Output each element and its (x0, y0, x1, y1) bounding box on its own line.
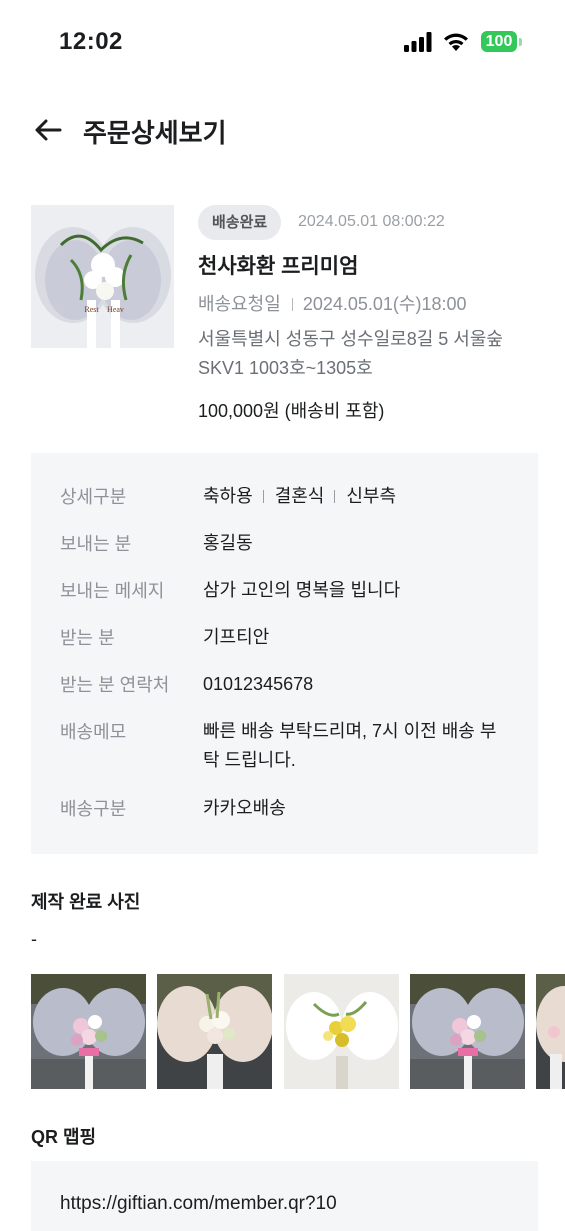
delivery-request-label: 배송요청일 (198, 294, 281, 314)
photos-section-title: 제작 완료 사진 (31, 892, 141, 912)
sender-label: 보내는 분 (60, 534, 132, 554)
category-label: 상세구분 (60, 487, 127, 507)
battery-icon: 100 (481, 31, 523, 52)
memo-label: 배송메모 (60, 722, 127, 742)
message-label: 보내는 메세지 (60, 581, 165, 601)
product-name: 천사화환 프리미엄 (198, 255, 359, 278)
order-detail-panel: 상세구분 축하용 결혼식 신부측 보내는 분 홍길동 보내는 메세지 삼가 고인의 … (31, 453, 538, 854)
battery-level: 100 (481, 31, 517, 52)
photos-empty-text: - (31, 929, 37, 949)
arrow-left-icon[interactable] (33, 118, 63, 142)
sender-value: 홍길동 (203, 533, 253, 553)
completed-photo[interactable] (536, 974, 565, 1089)
category-value-3: 신부측 (346, 486, 397, 506)
category-value-1: 축하용 (203, 486, 253, 506)
divider (334, 489, 336, 503)
recipient-phone-value: 01012345678 (203, 674, 314, 694)
category-value-2: 결혼식 (274, 486, 325, 506)
product-image: Rest Heav (31, 205, 174, 348)
status-badge: 배송완료 (198, 205, 282, 240)
delivery-type-value: 카카오배송 (203, 798, 286, 818)
delivery-type-label: 배송구분 (60, 799, 127, 819)
message-value: 삼가 고인의 명복을 빕니다 (203, 580, 401, 600)
page-header: 주문상세보기 (0, 100, 565, 160)
status-time: 12:02 (59, 28, 123, 55)
completed-photo[interactable] (284, 974, 399, 1089)
divider (291, 297, 293, 311)
completed-photo[interactable] (31, 974, 146, 1089)
divider (262, 489, 264, 503)
memo-value: 빠른 배송 부탁드리며, 7시 이전 배송 부탁 드립니다. (203, 721, 497, 770)
category-value: 축하용 결혼식 신부측 (203, 482, 523, 511)
signal-icon (404, 32, 432, 52)
delivery-request-date: 2024.05.01(수)18:00 (302, 294, 467, 314)
completed-photo[interactable] (157, 974, 272, 1089)
status-bar: 12:02 100 (0, 0, 565, 84)
qr-section-title: QR 맵핑 (31, 1127, 97, 1147)
recipient-label: 받는 분 (60, 628, 115, 648)
recipient-value: 기프티안 (203, 627, 270, 647)
ribbon-right-text: Heav (107, 305, 124, 314)
page-title: 주문상세보기 (83, 118, 227, 148)
ribbon-left-text: Rest (84, 305, 99, 314)
qr-url-box: https://giftian.com/member.qr?10 (31, 1161, 538, 1231)
order-datetime: 2024.05.01 08:00:22 (298, 213, 445, 230)
delivery-address: 서울특별시 성동구 성수일로8길 5 서울숲 SKV1 1003호~1305호 (198, 329, 503, 378)
recipient-phone-label: 받는 분 연락처 (60, 675, 170, 695)
order-price: 100,000원 (배송비 포함) (198, 401, 385, 421)
wifi-icon (444, 33, 468, 51)
completed-photo[interactable] (410, 974, 525, 1089)
battery-cap (519, 38, 522, 46)
delivery-request: 배송요청일 2024.05.01(수)18:00 (198, 290, 467, 316)
qr-url[interactable]: https://giftian.com/member.qr?10 (60, 1193, 337, 1215)
